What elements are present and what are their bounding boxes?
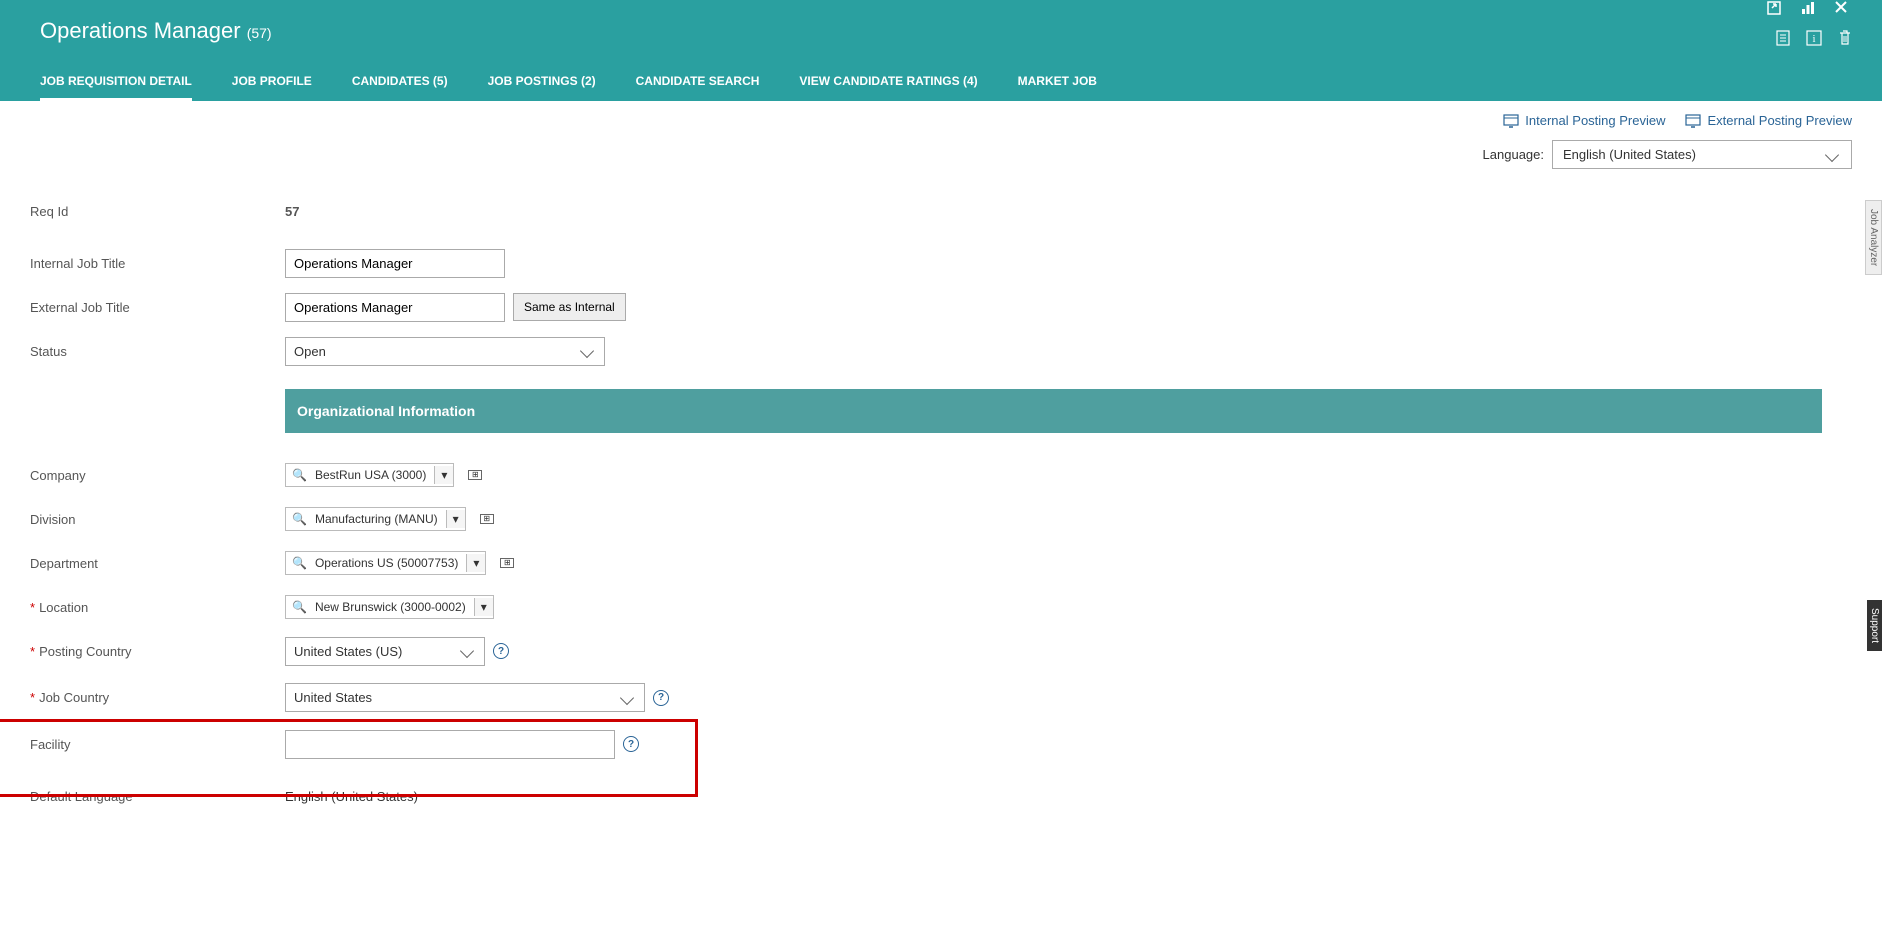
header-top-icons <box>1766 0 1852 18</box>
help-icon[interactable]: ? <box>653 690 669 706</box>
svg-text:i: i <box>1812 33 1815 45</box>
division-lookup[interactable]: 🔍 Manufacturing (MANU) ▾ <box>285 507 466 531</box>
search-icon: 🔍 <box>286 464 313 486</box>
same-as-internal-button[interactable]: Same as Internal <box>513 293 626 321</box>
org-chart-icon[interactable]: ⊞ <box>500 558 514 568</box>
chart-icon[interactable] <box>1800 0 1818 18</box>
external-title-input[interactable] <box>285 293 505 322</box>
department-label: Department <box>30 556 285 571</box>
chevron-down-icon <box>580 344 594 358</box>
status-select[interactable]: Open <box>285 337 605 366</box>
chevron-down-icon: ▾ <box>466 554 485 572</box>
tab-job-profile[interactable]: JOB PROFILE <box>232 64 312 101</box>
default-language-label: Default Language <box>30 789 285 804</box>
location-lookup[interactable]: 🔍 New Brunswick (3000-0002) ▾ <box>285 595 494 619</box>
page-header: i Operations Manager (57) JOB REQUISITIO… <box>0 0 1882 101</box>
facility-input[interactable] <box>285 730 615 759</box>
status-label: Status <box>30 344 285 359</box>
tab-job-requisition-detail[interactable]: JOB REQUISITION DETAIL <box>40 64 192 101</box>
side-tab-analyzer[interactable]: Job Analyzer <box>1865 200 1882 275</box>
section-header-org: Organizational Information <box>285 389 1822 433</box>
header-action-icons: i <box>1776 30 1852 46</box>
language-select[interactable]: English (United States) <box>1552 140 1852 169</box>
tab-job-postings[interactable]: JOB POSTINGS (2) <box>488 64 596 101</box>
row-company: Company 🔍 BestRun USA (3000) ▾ ⊞ <box>30 453 1852 497</box>
reqid-label: Req Id <box>30 204 285 219</box>
export-icon[interactable] <box>1766 0 1784 18</box>
language-bar: Language: English (United States) <box>0 140 1882 189</box>
close-icon[interactable] <box>1834 0 1852 18</box>
location-label: *Location <box>30 600 285 615</box>
tab-market-job[interactable]: MARKET JOB <box>1018 64 1097 101</box>
row-job-country: *Job Country United States ? <box>30 673 1852 722</box>
posting-country-select[interactable]: United States (US) <box>285 637 485 666</box>
internal-preview-link[interactable]: Internal Posting Preview <box>1503 113 1665 128</box>
row-reqid: Req Id 57 <box>30 189 1852 233</box>
preview-bar: Internal Posting Preview External Postin… <box>0 101 1882 140</box>
row-department: Department 🔍 Operations US (50007753) ▾ … <box>30 541 1852 585</box>
search-icon: 🔍 <box>286 508 313 530</box>
external-preview-link[interactable]: External Posting Preview <box>1685 113 1852 128</box>
chevron-down-icon <box>1825 147 1839 161</box>
company-lookup[interactable]: 🔍 BestRun USA (3000) ▾ <box>285 463 454 487</box>
posting-country-label: *Posting Country <box>30 644 285 659</box>
document-icon[interactable] <box>1776 30 1790 46</box>
page-title: Operations Manager (57) <box>40 18 1842 44</box>
row-facility: Facility ? <box>30 722 1852 766</box>
row-location: *Location 🔍 New Brunswick (3000-0002) ▾ <box>30 585 1852 629</box>
row-posting-country: *Posting Country United States (US) ? <box>30 629 1852 673</box>
tab-candidate-search[interactable]: CANDIDATE SEARCH <box>636 64 760 101</box>
form: Req Id 57 Internal Job Title External Jo… <box>0 189 1882 818</box>
org-chart-icon[interactable]: ⊞ <box>468 470 482 480</box>
help-icon[interactable]: ? <box>623 736 639 752</box>
chevron-down-icon: ▾ <box>446 510 465 528</box>
preview-icon <box>1685 114 1701 128</box>
tabs: JOB REQUISITION DETAIL JOB PROFILE CANDI… <box>40 64 1842 101</box>
chevron-down-icon: ▾ <box>434 466 453 484</box>
tab-view-candidate-ratings[interactable]: VIEW CANDIDATE RATINGS (4) <box>799 64 977 101</box>
side-tab-support[interactable]: Support <box>1867 600 1882 651</box>
internal-title-input[interactable] <box>285 249 505 278</box>
default-language-value: English (United States) <box>285 789 418 804</box>
row-default-language: Default Language English (United States) <box>30 774 1852 818</box>
info-icon[interactable]: i <box>1806 30 1822 46</box>
row-division: Division 🔍 Manufacturing (MANU) ▾ ⊞ <box>30 497 1852 541</box>
chevron-down-icon <box>460 644 474 658</box>
company-label: Company <box>30 468 285 483</box>
external-title-label: External Job Title <box>30 300 285 315</box>
preview-icon <box>1503 114 1519 128</box>
job-country-label: *Job Country <box>30 690 285 705</box>
chevron-down-icon <box>620 690 634 704</box>
chevron-down-icon: ▾ <box>474 598 493 616</box>
search-icon: 🔍 <box>286 596 313 618</box>
department-lookup[interactable]: 🔍 Operations US (50007753) ▾ <box>285 551 486 575</box>
row-status: Status Open <box>30 329 1852 373</box>
internal-title-label: Internal Job Title <box>30 256 285 271</box>
search-icon: 🔍 <box>286 552 313 574</box>
row-internal-title: Internal Job Title <box>30 241 1852 285</box>
division-label: Division <box>30 512 285 527</box>
help-icon[interactable]: ? <box>493 643 509 659</box>
reqid-value: 57 <box>285 204 299 219</box>
org-chart-icon[interactable]: ⊞ <box>480 514 494 524</box>
job-country-select[interactable]: United States <box>285 683 645 712</box>
facility-label: Facility <box>30 737 285 752</box>
tab-candidates[interactable]: CANDIDATES (5) <box>352 64 448 101</box>
delete-icon[interactable] <box>1838 30 1852 46</box>
row-external-title: External Job Title Same as Internal <box>30 285 1852 329</box>
language-label: Language: <box>1483 147 1544 162</box>
